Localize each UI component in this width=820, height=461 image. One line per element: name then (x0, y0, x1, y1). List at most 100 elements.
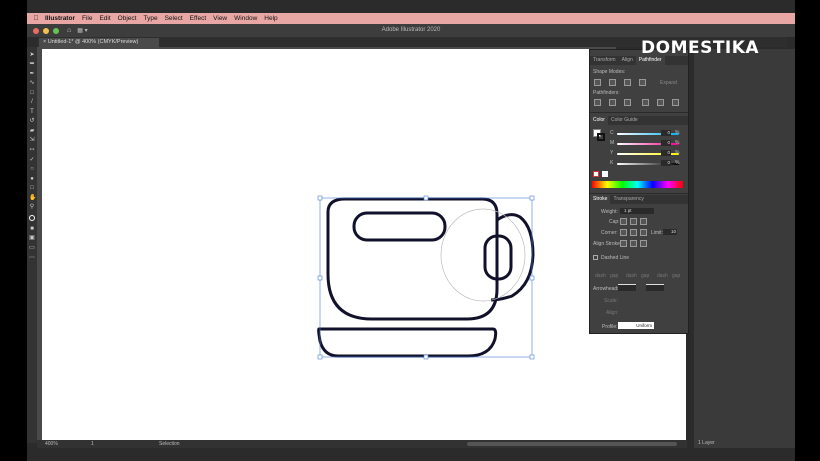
menu-window[interactable]: Window (234, 15, 257, 22)
stroke-swatch[interactable] (597, 133, 605, 141)
dashed-line-label: Dashed Line (601, 255, 630, 261)
direct-selection-tool-icon[interactable]: ➥ (29, 61, 35, 67)
apple-icon[interactable]:  (27, 15, 45, 22)
minus-back-icon[interactable] (672, 99, 679, 106)
projecting-cap-icon[interactable] (640, 218, 647, 225)
selection-tool-icon[interactable]: ➤ (29, 52, 35, 58)
channel-k-value[interactable]: 0 (661, 160, 671, 166)
tab-transform[interactable]: Transform (590, 56, 619, 65)
profile-select[interactable]: Uniform (618, 322, 654, 329)
width-tool-icon[interactable]: ⇿ (29, 147, 35, 153)
channel-y-value[interactable]: 0 (661, 150, 671, 156)
bevel-join-icon[interactable] (640, 229, 647, 236)
curvature-tool-icon[interactable]: ∿ (29, 80, 35, 86)
fill-stroke-icon[interactable] (29, 215, 35, 221)
butt-cap-icon[interactable] (620, 218, 627, 225)
rotate-tool-icon[interactable]: ↺ (29, 118, 35, 124)
arrowhead-end-select[interactable] (646, 284, 664, 291)
divider (590, 112, 688, 113)
status-tool[interactable]: Selection (159, 440, 180, 448)
menu-app-name[interactable]: Illustrator (45, 15, 75, 22)
align-inside-icon[interactable] (630, 240, 637, 247)
white-swatch[interactable] (602, 171, 608, 177)
trim-icon[interactable] (609, 99, 616, 106)
dash-1-label: dash (595, 273, 606, 279)
artboard-number[interactable]: 1 (91, 440, 94, 448)
limit-input[interactable]: 10 (663, 229, 677, 235)
expand-button[interactable]: Expand (660, 80, 677, 86)
round-cap-icon[interactable] (630, 218, 637, 225)
zoom-level[interactable]: 400% (45, 440, 58, 448)
crop-icon[interactable] (642, 99, 649, 106)
close-tab-icon[interactable]: × (43, 39, 46, 45)
intersect-icon[interactable] (624, 79, 631, 86)
menu-effect[interactable]: Effect (190, 15, 207, 22)
screen-mode-icon[interactable]: ▭ (29, 245, 35, 251)
document-tab[interactable]: × Untitled-1* @ 400% (CMYK/Preview) (39, 38, 159, 47)
eraser-tool-icon[interactable]: ▰ (29, 128, 35, 134)
none-swatch[interactable] (593, 171, 599, 177)
dashed-line-checkbox[interactable] (593, 255, 598, 260)
tab-color-guide[interactable]: Color Guide (608, 116, 641, 125)
menu-type[interactable]: Type (143, 15, 157, 22)
handle-br (529, 354, 535, 360)
minus-front-icon[interactable] (609, 79, 616, 86)
draw-mode-icon[interactable]: ▣ (29, 235, 35, 241)
letterbox-right (795, 0, 820, 461)
channel-c-value[interactable]: 0 (661, 130, 671, 136)
zoom-tool-icon[interactable]: ⚲ (29, 204, 35, 210)
exclude-icon[interactable] (639, 79, 646, 86)
corner-label: Corner: (601, 230, 618, 236)
align-center-icon[interactable] (620, 240, 627, 247)
channel-m-value[interactable]: 0 (661, 140, 671, 146)
align-outside-icon[interactable] (640, 240, 647, 247)
eyedropper-tool-icon[interactable]: ✓ (29, 157, 35, 163)
tab-color[interactable]: Color (590, 116, 608, 125)
handle-mr (529, 275, 535, 281)
hand-tool-icon[interactable]: ✋ (29, 195, 36, 201)
color-tabs: Color Color Guide (590, 116, 688, 125)
menu-help[interactable]: Help (264, 15, 277, 22)
tab-transparency[interactable]: Transparency (610, 195, 646, 204)
rectangle-tool-icon[interactable]: □ (29, 90, 35, 96)
edit-toolbar-icon[interactable]: ⋯ (29, 255, 35, 261)
blend-tool-icon[interactable]: ○ (29, 166, 35, 172)
channel-y-unit: % (675, 150, 680, 156)
type-tool-icon[interactable]: T (29, 109, 35, 115)
round-join-icon[interactable] (630, 229, 637, 236)
miter-join-icon[interactable] (620, 229, 627, 236)
weight-input[interactable]: 1 pt (620, 208, 654, 214)
menu-file[interactable]: File (82, 15, 92, 22)
align-stroke-label: Align Stroke: (593, 241, 622, 247)
tab-align[interactable]: Align (619, 56, 636, 65)
menu-select[interactable]: Select (165, 15, 183, 22)
divide-icon[interactable] (594, 99, 601, 106)
outline-icon[interactable] (657, 99, 664, 106)
artboard-tool-icon[interactable]: □ (29, 185, 35, 191)
menu-view[interactable]: View (213, 15, 227, 22)
symbol-sprayer-tool-icon[interactable]: ● (29, 176, 35, 182)
divider (590, 193, 688, 194)
menu-edit[interactable]: Edit (99, 15, 110, 22)
channel-m-label: M (610, 140, 615, 146)
scale-tool-icon[interactable]: ⇲ (29, 137, 35, 143)
handle-bl (317, 354, 323, 360)
menu-object[interactable]: Object (118, 15, 137, 22)
horizontal-scrollbar[interactable] (467, 442, 677, 446)
profile-label: Profile: (602, 324, 618, 330)
arrowhead-start-select[interactable] (618, 284, 636, 291)
weight-label: Weight: (601, 209, 618, 215)
merge-icon[interactable] (624, 99, 631, 106)
color-mode-icon[interactable]: ■ (29, 226, 35, 232)
pen-tool-icon[interactable]: ✒ (29, 71, 35, 77)
tab-stroke[interactable]: Stroke (590, 195, 611, 204)
unite-icon[interactable] (594, 79, 601, 86)
handle-tr (529, 195, 535, 201)
paintbrush-tool-icon[interactable]: / (29, 99, 35, 105)
gap-3-label: gap (672, 273, 681, 279)
color-spectrum[interactable] (592, 181, 683, 188)
shape-modes-label: Shape Modes: (593, 69, 626, 75)
title-bar: ⌂ ▦ ▾ Adobe Illustrator 2020 (27, 24, 795, 37)
cap-label: Cap: (609, 219, 620, 225)
scale-label: Scale: (604, 298, 618, 304)
